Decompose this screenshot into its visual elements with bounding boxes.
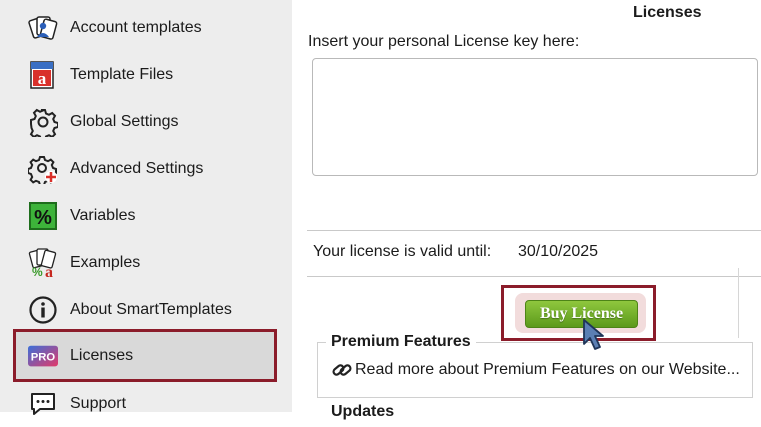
sidebar-item-label: Support: [70, 394, 127, 412]
sidebar-item-licenses[interactable]: PRO Licenses: [13, 329, 277, 382]
sidebar-item-template-files[interactable]: a Template Files: [14, 51, 276, 98]
sidebar-item-label: Account templates: [70, 18, 202, 36]
premium-features-link[interactable]: Read more about Premium Features on our …: [331, 360, 740, 380]
divider: [738, 268, 739, 338]
sidebar-item-advanced-settings[interactable]: Advanced Settings: [14, 145, 276, 192]
link-chain-icon: [331, 360, 353, 380]
divider: [307, 230, 761, 231]
updates-legend: Updates: [331, 403, 395, 420]
license-key-prompt: Insert your personal License key here:: [308, 33, 580, 50]
sidebar-item-label: Template Files: [70, 65, 174, 83]
info-icon: [28, 295, 58, 325]
sidebar-item-label: Examples: [70, 253, 141, 271]
premium-features-legend: Premium Features: [326, 333, 476, 351]
divider: [307, 276, 761, 277]
sidebar-item-global-settings[interactable]: Global Settings: [14, 98, 276, 145]
sidebar-item-examples[interactable]: % a Examples: [14, 239, 276, 286]
gear-icon: [28, 107, 58, 137]
svg-text:a: a: [45, 264, 53, 278]
template-files-icon: a: [28, 60, 58, 90]
sidebar: Account templates a Template Files Globa…: [0, 0, 292, 415]
page-title: Licenses: [633, 4, 702, 21]
sidebar-item-account-templates[interactable]: Account templates: [14, 4, 276, 51]
premium-features-link-text: Read more about Premium Features on our …: [355, 361, 740, 378]
license-valid-label: Your license is valid until:: [313, 243, 492, 260]
license-key-input[interactable]: [312, 58, 758, 176]
gear-plus-icon: [28, 154, 58, 184]
sidebar-item-support[interactable]: Support: [14, 380, 276, 427]
svg-text:%: %: [34, 207, 52, 229]
percent-icon: %: [28, 201, 58, 231]
sidebar-item-about[interactable]: About SmartTemplates: [14, 286, 276, 333]
mouse-cursor-icon: [582, 318, 616, 357]
license-valid-date: 30/10/2025: [518, 243, 599, 260]
svg-text:a: a: [38, 69, 47, 88]
sidebar-item-label: Global Settings: [70, 112, 179, 130]
sidebar-item-label: Variables: [70, 206, 136, 224]
sidebar-item-label: About SmartTemplates: [70, 300, 232, 318]
support-icon: [28, 389, 58, 419]
pro-badge-text: PRO: [31, 351, 56, 363]
account-templates-icon: [28, 13, 58, 43]
sidebar-item-label: Advanced Settings: [70, 159, 204, 177]
examples-icon: % a: [28, 247, 58, 278]
sidebar-item-label: Licenses: [70, 346, 134, 364]
svg-text:%: %: [32, 265, 43, 278]
pro-badge-icon: PRO: [28, 341, 58, 371]
sidebar-item-variables[interactable]: % Variables: [14, 192, 276, 239]
